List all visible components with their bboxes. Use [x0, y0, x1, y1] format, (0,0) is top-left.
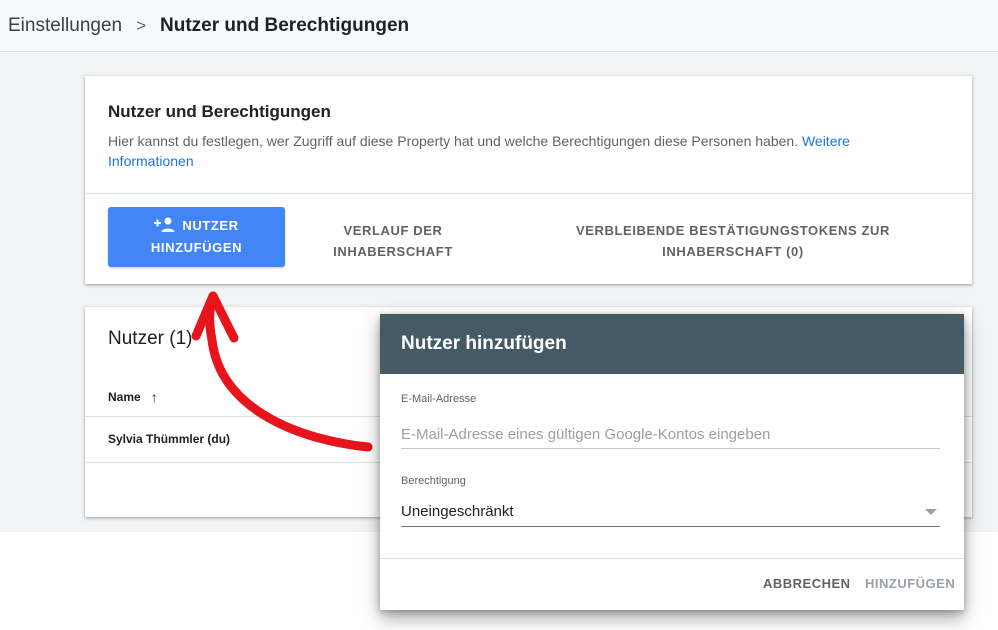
dialog-title: Nutzer hinzufügen: [380, 314, 964, 374]
person-add-icon: [154, 217, 175, 232]
permission-select[interactable]: Uneingeschränkt: [401, 497, 940, 527]
permission-field-label: Berechtigung: [401, 475, 466, 487]
column-header-name-label: Name: [108, 390, 141, 404]
tab-ownership-history[interactable]: VERLAUF DER INHABERSCHAFT: [326, 220, 460, 262]
column-header-name[interactable]: Name ↑: [108, 389, 158, 405]
divider: [380, 558, 964, 559]
caret-down-icon: [925, 508, 937, 515]
permission-select-value: Uneingeschränkt: [401, 503, 514, 520]
email-field[interactable]: [401, 420, 940, 449]
email-field-label: E-Mail-Adresse: [401, 393, 477, 405]
users-card-title: Nutzer (1): [108, 328, 193, 349]
tab-ownership-tokens[interactable]: VERBLEIBENDE BESTÄTIGUNGSTOKENS ZUR INHA…: [523, 220, 943, 262]
permissions-card: Nutzer und Berechtigungen Hier kannst du…: [85, 76, 972, 284]
arrow-up-icon: ↑: [150, 389, 158, 405]
add-user-button[interactable]: NUTZER HINZUFÜGEN: [108, 207, 285, 267]
add-user-dialog: Nutzer hinzufügen E-Mail-Adresse Berecht…: [380, 314, 964, 610]
table-row[interactable]: Sylvia Thümmler (du): [108, 432, 230, 446]
cancel-button[interactable]: ABBRECHEN: [763, 576, 851, 591]
description-text: Hier kannst du festlegen, wer Zugriff au…: [108, 133, 799, 149]
page-title: Nutzer und Berechtigungen: [160, 14, 410, 36]
permissions-card-description: Hier kannst du festlegen, wer Zugriff au…: [108, 131, 898, 171]
breadcrumb-settings-link[interactable]: Einstellungen: [8, 15, 122, 37]
chevron-right-icon: >: [136, 15, 147, 35]
add-button[interactable]: HINZUFÜGEN: [865, 576, 955, 591]
breadcrumb: Einstellungen > Nutzer und Berechtigunge…: [0, 0, 998, 52]
permissions-card-title: Nutzer und Berechtigungen: [108, 102, 331, 121]
divider: [85, 193, 972, 194]
